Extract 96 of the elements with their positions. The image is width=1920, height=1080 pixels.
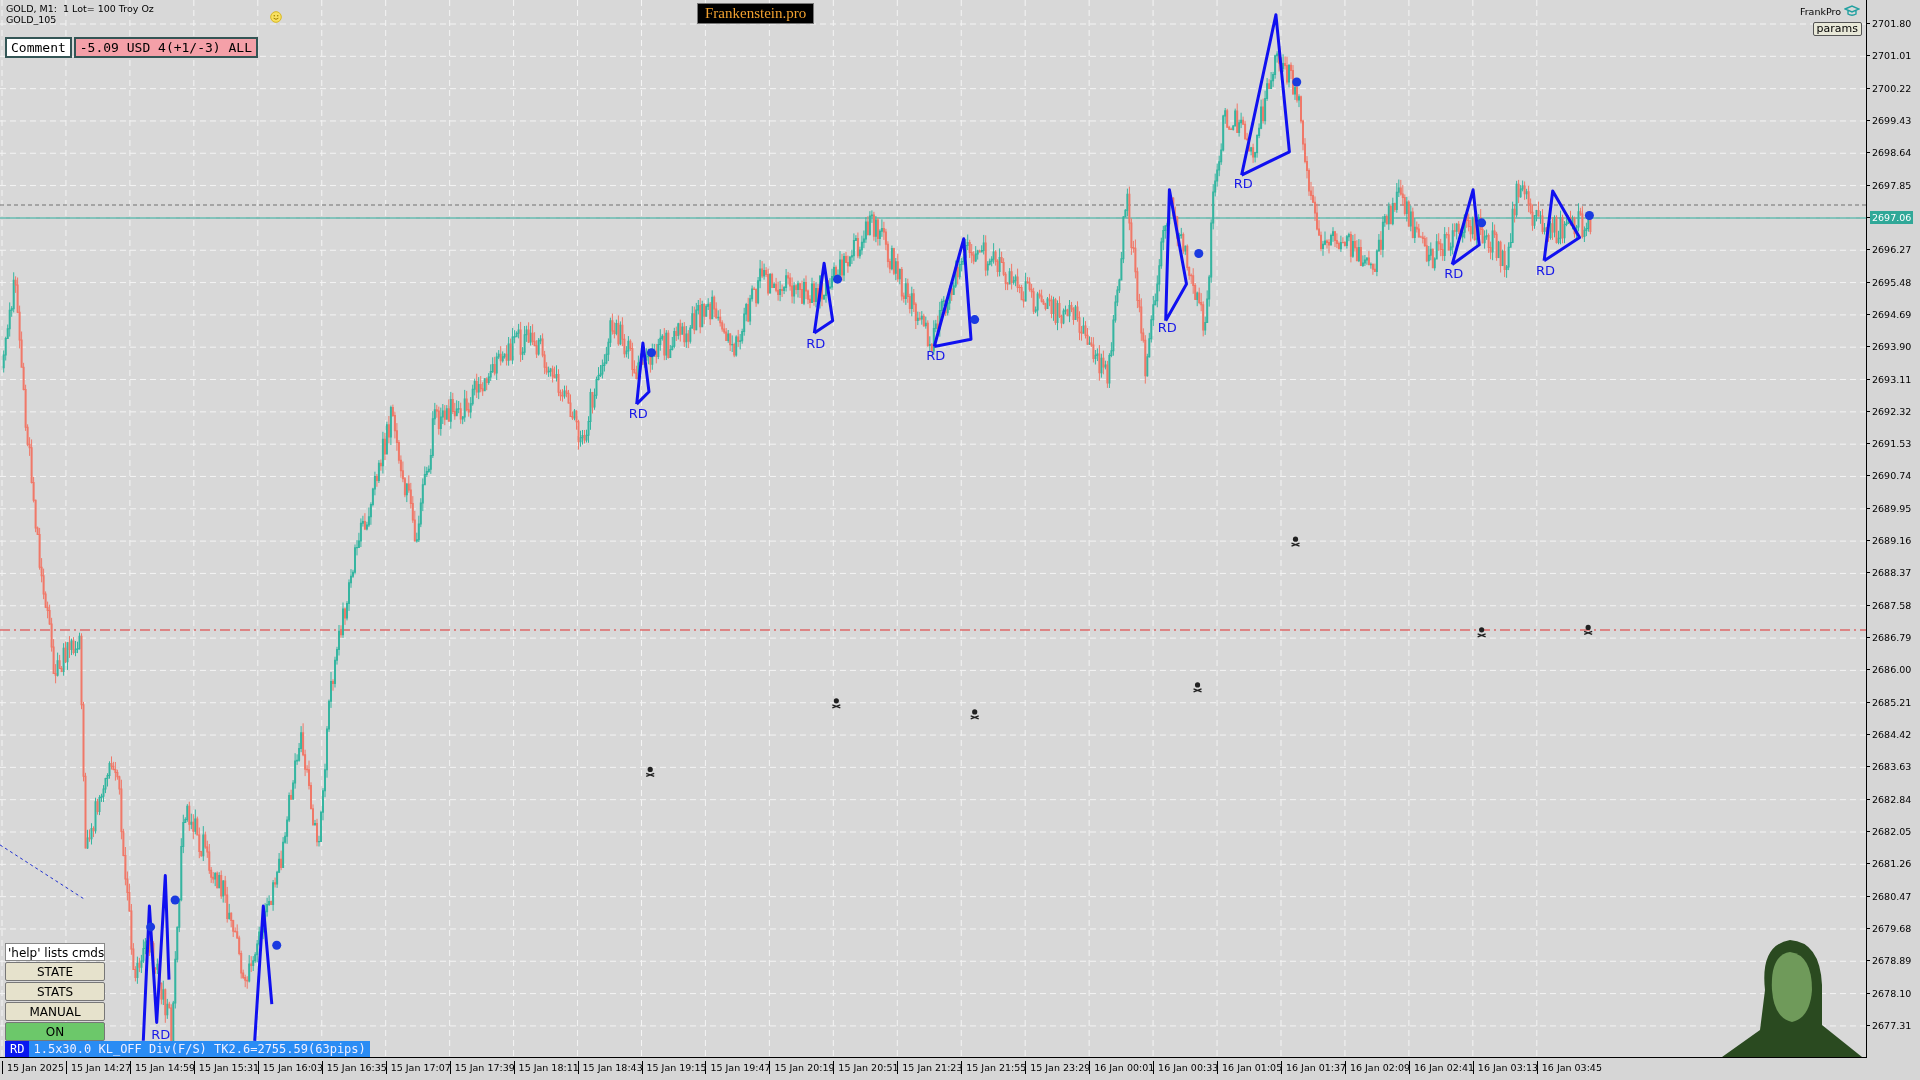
time-label: 16 Jan 02:09 (1344, 1061, 1411, 1074)
account-name: GOLD_105 (6, 14, 58, 25)
skull-icon (831, 698, 841, 709)
pattern-label: RD (1157, 320, 1177, 336)
brand-title: Frankenstein.pro (697, 3, 815, 24)
pattern-line (635, 341, 651, 406)
pattern-label: RD (628, 405, 648, 421)
command-field[interactable]: 'help' lists cmds (5, 943, 105, 961)
skull-icon (1583, 624, 1593, 636)
time-label: 15 Jan 21:55 (961, 1061, 1027, 1074)
price-label: 2692.32 (1870, 404, 1914, 418)
time-label: 16 Jan 00:33 (1153, 1061, 1219, 1074)
time-label: 16 Jan 03:45 (1536, 1061, 1602, 1074)
skull-icon (970, 709, 980, 720)
price-label: 2681.26 (1870, 857, 1914, 871)
signal-marker-icon (1292, 77, 1302, 87)
time-label: 16 Jan 01:05 (1217, 1061, 1283, 1074)
signal-marker-icon (170, 895, 180, 905)
price-label: 2701.01 (1870, 49, 1914, 63)
graduation-cap-icon (1844, 5, 1860, 17)
time-label: 15 Jan 2025 (2, 1061, 64, 1074)
price-label: 2697.85 (1870, 178, 1914, 192)
skull-icon (1192, 682, 1203, 693)
price-label: 2691.53 (1870, 437, 1914, 451)
price-label: 2689.95 (1870, 501, 1914, 515)
pro-label: FrankPro (1799, 5, 1841, 17)
pattern-label: RD (926, 348, 946, 364)
time-label: 15 Jan 23:29 (1025, 1061, 1091, 1074)
panel-button[interactable]: MANUAL (5, 1002, 105, 1021)
signal-marker-icon (1477, 218, 1487, 228)
price-label: 2682.05 (1870, 825, 1914, 838)
signal-marker-icon (1584, 211, 1594, 220)
signal-marker-icon (833, 274, 843, 284)
time-label: 15 Jan 20:51 (833, 1061, 899, 1074)
time-label: 16 Jan 00:01 (1089, 1061, 1155, 1074)
price-label: 2688.37 (1870, 566, 1914, 580)
price-label: 2684.42 (1870, 728, 1914, 742)
price-label: 2689.16 (1870, 534, 1914, 548)
panel-button[interactable]: ON (5, 1022, 105, 1041)
price-label: 2693.11 (1870, 372, 1914, 386)
price-label: 2690.74 (1870, 469, 1914, 483)
price-label: 2678.89 (1870, 954, 1914, 968)
price-label: 2679.68 (1870, 921, 1914, 935)
panel-button[interactable]: STATE (5, 962, 105, 981)
price-label: 2693.90 (1870, 340, 1914, 354)
status-tag: RD (5, 1041, 30, 1057)
price-label: 2682.84 (1870, 792, 1914, 806)
smiley-icon (270, 11, 282, 23)
skull-icon (645, 766, 655, 778)
price-label: 2680.47 (1870, 889, 1914, 903)
comment-label: Comment (5, 37, 72, 58)
time-label: 15 Jan 16:35 (321, 1061, 387, 1074)
time-label: 15 Jan 19:15 (641, 1061, 707, 1074)
price-label: 2694.69 (1870, 307, 1914, 321)
pattern-label: RD (151, 1026, 171, 1042)
price-label: 2686.79 (1870, 631, 1914, 645)
params-button[interactable]: params (1812, 22, 1862, 36)
signal-marker-icon (1194, 248, 1204, 258)
time-label: 16 Jan 02:41 (1408, 1061, 1475, 1074)
pattern-label: RD (806, 336, 826, 352)
price-label: 2678.10 (1870, 986, 1914, 1000)
skull-icon (1477, 627, 1487, 638)
signal-marker-icon (970, 315, 980, 325)
symbol-info: GOLD, M1: 1 Lot= 100 Troy Oz (6, 3, 154, 14)
price-label: 2696.27 (1870, 243, 1914, 257)
signal-marker-icon (146, 922, 156, 932)
status-text: 1.5x30.0 KL_OFF Div(F/S) TK2.6=2755.59(63pips) (29, 1041, 370, 1057)
time-label: 15 Jan 15:31 (193, 1061, 259, 1074)
pattern-label: RD (1536, 262, 1556, 278)
price-label: 2700.22 (1870, 81, 1914, 95)
time-label: 15 Jan 18:11 (513, 1061, 579, 1074)
price-label: 2683.63 (1870, 760, 1914, 774)
profit-summary: -5.09 USD 4(+1/-3) ALL (73, 37, 258, 58)
skull-icon (1290, 536, 1301, 547)
time-label: 15 Jan 17:07 (385, 1061, 451, 1074)
price-label: 2685.21 (1870, 695, 1914, 709)
price-label: 2695.48 (1870, 275, 1914, 289)
price-label: 2687.58 (1870, 598, 1914, 612)
pattern-label: RD (1444, 266, 1464, 282)
time-label: 16 Jan 01:37 (1281, 1061, 1347, 1074)
time-label: 15 Jan 14:27 (65, 1061, 132, 1074)
price-label: 2701.80 (1870, 17, 1914, 30)
time-label: 15 Jan 18:43 (577, 1061, 643, 1074)
time-label: 15 Jan 14:59 (129, 1061, 196, 1074)
pattern-label: RD (1233, 175, 1253, 191)
signal-marker-icon (272, 940, 282, 950)
signal-marker-icon (646, 348, 656, 358)
time-label: 16 Jan 03:13 (1472, 1061, 1538, 1074)
price-label: 2677.31 (1870, 1018, 1914, 1032)
time-label: 15 Jan 16:03 (257, 1061, 323, 1074)
price-label: 2699.43 (1870, 113, 1914, 127)
time-label: 15 Jan 17:39 (449, 1061, 515, 1074)
panel-button[interactable]: STATS (5, 982, 105, 1001)
price-label: 2686.00 (1870, 663, 1914, 677)
price-label: 2698.64 (1870, 146, 1914, 160)
time-label: 15 Jan 19:47 (705, 1061, 771, 1074)
